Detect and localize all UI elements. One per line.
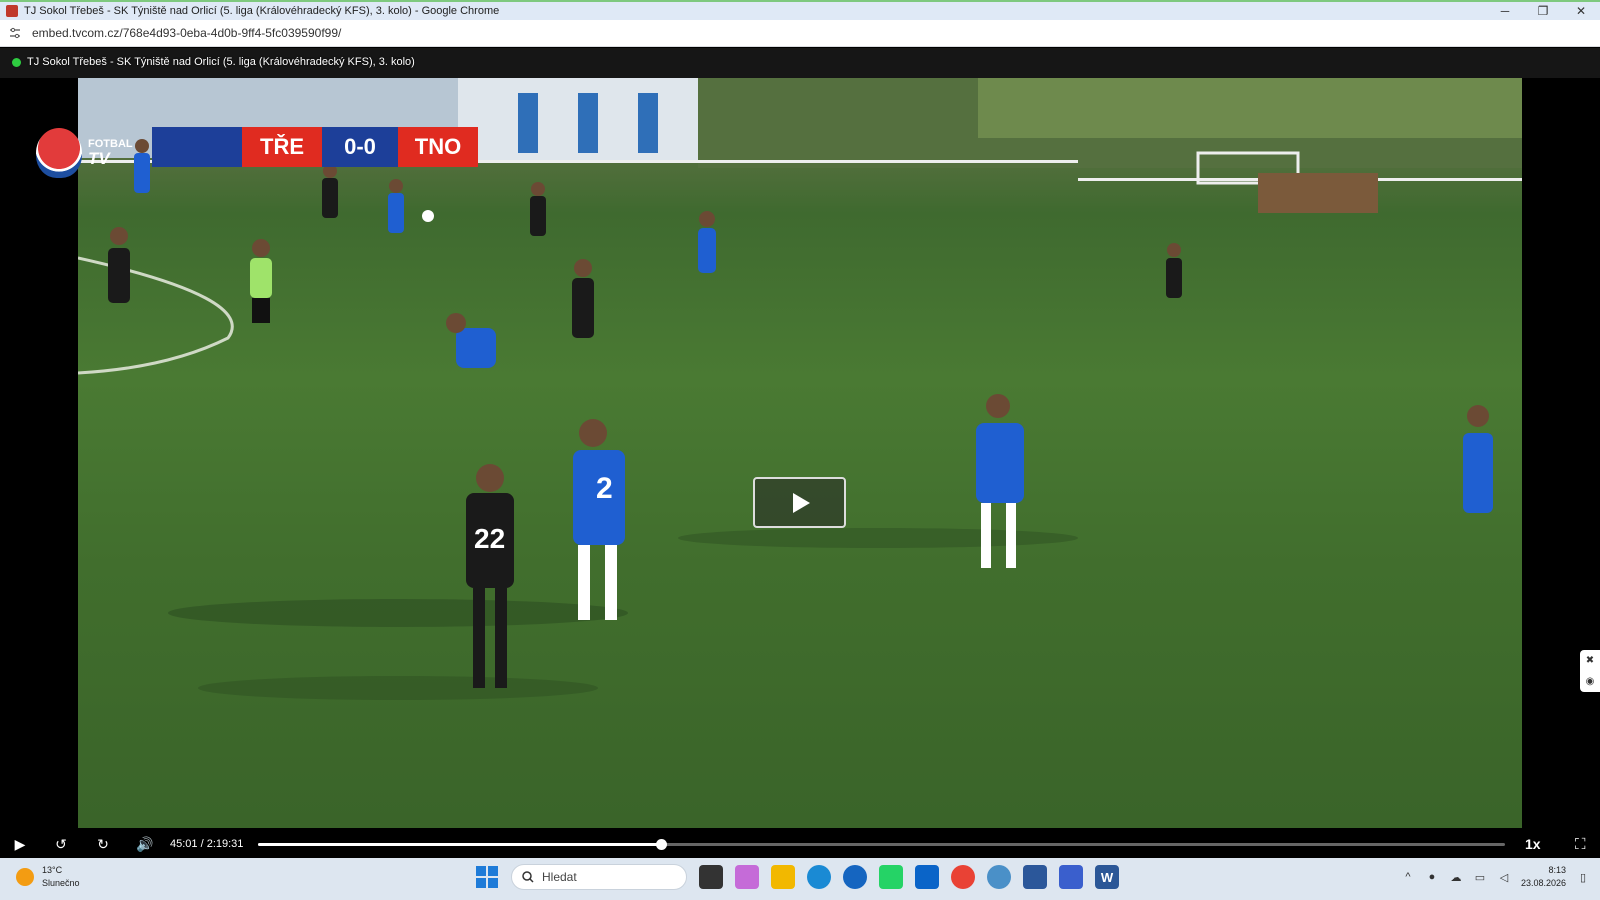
defender-icon[interactable]: ●	[1425, 871, 1439, 883]
search-icon	[522, 871, 534, 883]
chevron-up-icon[interactable]: ^	[1401, 871, 1415, 883]
file-explorer-icon[interactable]	[771, 865, 795, 889]
url-field[interactable]: embed.tvcom.cz/768e4d93-0eba-4d0b-9ff4-5…	[32, 26, 341, 40]
play-icon	[793, 492, 810, 513]
taskbar-search[interactable]: Hledat	[511, 864, 687, 890]
side-widget[interactable]: ✖ ◉	[1580, 650, 1600, 692]
speaker-icon[interactable]: ◁	[1497, 871, 1511, 884]
minimize-button[interactable]: ─	[1486, 2, 1524, 20]
away-team-abbr: TNO	[398, 127, 478, 167]
widget-target-icon[interactable]: ◉	[1586, 676, 1595, 687]
window-title: TJ Sokol Třebeš - SK Týniště nad Orlicí …	[24, 5, 500, 17]
word-icon[interactable]: W	[1095, 865, 1119, 889]
onedrive-icon[interactable]: ☁	[1449, 871, 1463, 884]
playback-speed-button[interactable]: 1x	[1525, 836, 1555, 852]
help-icon[interactable]	[843, 865, 867, 889]
search-placeholder: Hledat	[542, 870, 577, 884]
notification-icon[interactable]: ▯	[1576, 871, 1590, 884]
close-button[interactable]: ✕	[1562, 2, 1600, 20]
weather-condition: Slunečno	[42, 878, 80, 888]
task-view-icon[interactable]	[699, 865, 723, 889]
windows-taskbar: 13°C Slunečno Hledat W ^ ● ☁ ▭ ◁ 8:13 23…	[0, 858, 1600, 900]
address-bar: embed.tvcom.cz/768e4d93-0eba-4d0b-9ff4-5…	[0, 20, 1600, 47]
time-display: 45:01 / 2:19:31	[170, 838, 244, 850]
volume-button[interactable]: 🔊	[124, 830, 166, 858]
live-indicator-icon	[12, 57, 21, 67]
clock-date: 23.08.2026	[1520, 878, 1566, 888]
system-tray: ^ ● ☁ ▭ ◁ 8:13 23.08.2026 ▯	[1401, 864, 1590, 890]
start-button[interactable]	[475, 865, 499, 889]
fullscreen-button[interactable]: ⛶	[1575, 836, 1599, 853]
clock-time: 8:13	[1548, 865, 1566, 875]
svg-text:22: 22	[474, 523, 505, 554]
whatsapp-icon[interactable]	[879, 865, 903, 889]
tvcom-favicon-icon	[6, 5, 18, 17]
temperature: 13°C	[42, 865, 63, 875]
brand-line2: TV	[88, 149, 110, 168]
forward-button[interactable]: ↻	[82, 830, 124, 858]
match-score: 0-0	[322, 127, 398, 167]
outlook-icon[interactable]	[915, 865, 939, 889]
football-pitch-scene: 22 2	[78, 78, 1522, 700]
player-title-text: TJ Sokol Třebeš - SK Týniště nad Orlicí …	[27, 56, 415, 68]
video-frame[interactable]: 22 2	[78, 78, 1522, 828]
window-titlebar: TJ Sokol Třebeš - SK Týniště nad Orlicí …	[0, 0, 1600, 20]
chrome-icon[interactable]	[951, 865, 975, 889]
site-info-icon[interactable]	[8, 26, 22, 40]
scoreboard-spacer	[152, 127, 242, 167]
player-figure	[466, 464, 514, 688]
progress-bar[interactable]	[258, 838, 1505, 850]
edge-icon[interactable]	[807, 865, 831, 889]
network-icon[interactable]: ▭	[1473, 871, 1487, 884]
clock[interactable]: 8:13 23.08.2026	[1521, 864, 1566, 890]
widget-close-icon[interactable]: ✖	[1586, 655, 1594, 666]
floppy-app-icon[interactable]	[1059, 865, 1083, 889]
sun-icon	[16, 868, 34, 886]
player-title: TJ Sokol Třebeš - SK Týniště nad Orlicí …	[12, 56, 415, 68]
copilot-icon[interactable]	[735, 865, 759, 889]
fotbal-tv-logo: FOTBAL TV	[36, 128, 146, 178]
svg-text:2: 2	[596, 472, 613, 505]
facr-crest-icon	[36, 128, 82, 178]
video-player[interactable]: TJ Sokol Třebeš - SK Týniště nad Orlicí …	[0, 48, 1600, 858]
weather-widget[interactable]: 13°C Slunečno	[16, 864, 80, 890]
window-controls: ─ ❐ ✕	[1486, 2, 1600, 20]
big-play-button[interactable]	[753, 477, 846, 528]
restore-button[interactable]: ❐	[1524, 2, 1562, 20]
app-window-icon[interactable]	[1023, 865, 1047, 889]
taskbar-apps: Hledat W	[475, 864, 1119, 890]
progress-handle[interactable]	[655, 838, 667, 850]
play-button[interactable]: ▶	[0, 830, 40, 858]
progress-fill	[258, 842, 661, 846]
globe-app-icon[interactable]	[987, 865, 1011, 889]
player-controls: ▶ ↺ ↻ 🔊 45:01 / 2:19:31 1x ⛶	[0, 830, 1600, 858]
home-team-abbr: TŘE	[242, 127, 322, 167]
rewind-button[interactable]: ↺	[40, 830, 82, 858]
scoreboard: TŘE 0-0 TNO	[152, 127, 478, 167]
